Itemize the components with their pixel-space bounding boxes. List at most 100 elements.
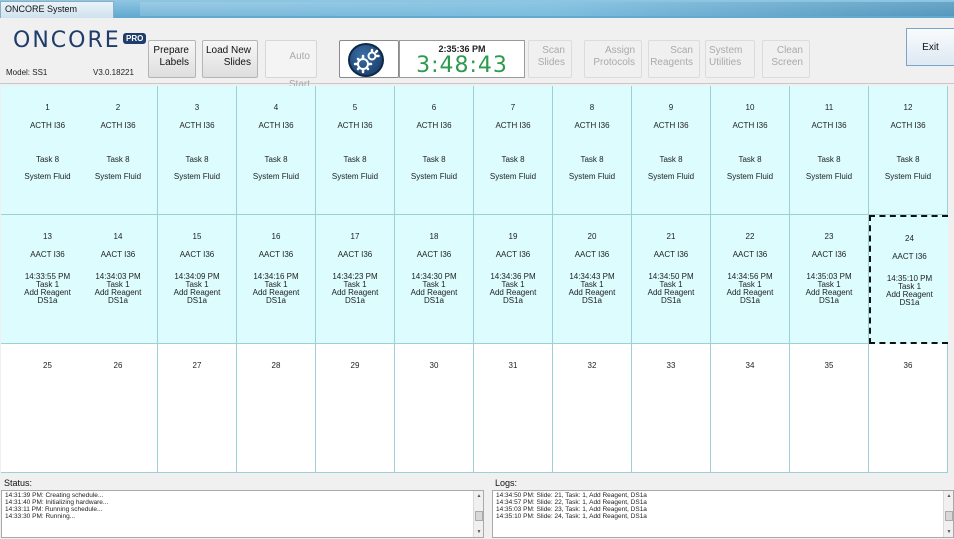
slot-detail: 14:34:09 PM Task 1 Add Reagent DS1a bbox=[158, 273, 236, 305]
slot-task: Task 8 bbox=[264, 155, 288, 164]
scroll-up-icon[interactable]: ▲ bbox=[475, 493, 483, 500]
scroll-thumb[interactable] bbox=[945, 511, 953, 521]
slide-slot-empty[interactable]: 35 bbox=[790, 344, 869, 473]
log-line: 14:34:57 PM: Slide: 22, Task: 1, Add Rea… bbox=[496, 499, 647, 506]
slide-slot[interactable]: 6 ACTH I36 Task 8 System Fluid bbox=[395, 86, 474, 215]
slot-reagent: DS1a bbox=[581, 296, 602, 305]
slot-number: 23 bbox=[824, 232, 834, 241]
slot-number: 11 bbox=[824, 103, 834, 112]
slot-label: ACTH I36 bbox=[100, 121, 136, 130]
slot-reagent: DS1a bbox=[107, 296, 128, 305]
exit-button[interactable]: Exit bbox=[906, 28, 954, 66]
slot-label: AACT I36 bbox=[337, 250, 373, 259]
slot-reagent: DS1a bbox=[186, 296, 207, 305]
slot-label: ACTH I36 bbox=[337, 121, 373, 130]
slide-slot-current[interactable]: 24 AACT I36 14:35:10 PM Task 1 Add Reagent DS… bbox=[869, 215, 948, 344]
slot-task: Task 8 bbox=[817, 155, 841, 164]
slot-number: 10 bbox=[745, 103, 755, 112]
slot-task: Task 8 bbox=[343, 155, 367, 164]
slide-slot-empty[interactable]: 32 bbox=[553, 344, 632, 473]
slot-label: AACT I36 bbox=[574, 250, 610, 259]
slot-reagent: DS1a bbox=[344, 296, 365, 305]
run-status-indicator bbox=[339, 40, 399, 78]
slot-number: 35 bbox=[824, 361, 834, 370]
slot-fluid: System Fluid bbox=[331, 172, 379, 181]
slide-slot[interactable]: 12 ACTH I36 Task 8 System Fluid bbox=[869, 86, 948, 215]
scroll-down-icon[interactable]: ▼ bbox=[475, 529, 483, 536]
slide-slot[interactable]: 2 ACTH I36 Task 8 System Fluid bbox=[79, 86, 158, 215]
slot-fluid: System Fluid bbox=[726, 172, 774, 181]
load-new-slides-button[interactable]: Load New Slides bbox=[202, 40, 258, 78]
oncore-logo: ONCORE PRO bbox=[13, 28, 147, 58]
slot-number: 9 bbox=[668, 103, 674, 112]
slot-number: 8 bbox=[589, 103, 595, 112]
slot-number: 19 bbox=[508, 232, 518, 241]
slot-number: 30 bbox=[429, 361, 439, 370]
slot-label: ACTH I36 bbox=[574, 121, 610, 130]
system-utilities-button[interactable]: System Utilities bbox=[705, 40, 755, 78]
slide-slot[interactable]: 22 AACT I36 14:34:56 PM Task 1 Add Reagent DS… bbox=[711, 215, 790, 344]
slot-detail: 14:35:10 PM Task 1 Add Reagent DS1a bbox=[871, 275, 948, 307]
slide-slot-empty[interactable]: 36 bbox=[869, 344, 948, 473]
slide-slot[interactable]: 23 AACT I36 14:35:03 PM Task 1 Add Reagent DS… bbox=[790, 215, 869, 344]
slot-task: Task 8 bbox=[422, 155, 446, 164]
slot-label: ACTH I36 bbox=[416, 121, 452, 130]
scroll-thumb[interactable] bbox=[475, 511, 483, 521]
clean-screen-button[interactable]: Clean Screen bbox=[762, 40, 810, 78]
slot-number: 33 bbox=[666, 361, 676, 370]
slide-slot[interactable]: 8 ACTH I36 Task 8 System Fluid bbox=[553, 86, 632, 215]
assign-protocols-button[interactable]: Assign Protocols bbox=[584, 40, 642, 78]
toolbar: ONCORE PRO Model: SS1 V3.0.18221 Prepare… bbox=[0, 18, 954, 90]
slot-label: AACT I36 bbox=[892, 252, 927, 261]
slot-number: 6 bbox=[431, 103, 437, 112]
slot-task: Task 8 bbox=[896, 155, 920, 164]
slide-slot-empty[interactable]: 30 bbox=[395, 344, 474, 473]
slide-slot[interactable]: 9 ACTH I36 Task 8 System Fluid bbox=[632, 86, 711, 215]
slide-slot[interactable]: 15 AACT I36 14:34:09 PM Task 1 Add Reagent DS… bbox=[158, 215, 237, 344]
scroll-up-icon[interactable]: ▲ bbox=[945, 493, 953, 500]
slide-slot[interactable]: 19 AACT I36 14:34:36 PM Task 1 Add Reagent DS… bbox=[474, 215, 553, 344]
scan-slides-button[interactable]: Scan Slides bbox=[528, 40, 572, 78]
slot-fluid: System Fluid bbox=[173, 172, 221, 181]
slide-slot[interactable]: 4 ACTH I36 Task 8 System Fluid bbox=[237, 86, 316, 215]
slide-slot[interactable]: 18 AACT I36 14:34:30 PM Task 1 Add Reagent DS… bbox=[395, 215, 474, 344]
status-scrollbar[interactable]: ▲ ▼ bbox=[473, 491, 483, 537]
slide-slot-empty[interactable]: 33 bbox=[632, 344, 711, 473]
slide-slot-empty[interactable]: 31 bbox=[474, 344, 553, 473]
slide-slot[interactable]: 17 AACT I36 14:34:23 PM Task 1 Add Reagent DS… bbox=[316, 215, 395, 344]
clock-panel: 2:35:36 PM 3:48:43 bbox=[399, 40, 525, 78]
slide-slot[interactable]: 11 ACTH I36 Task 8 System Fluid bbox=[790, 86, 869, 215]
slide-slot[interactable]: 3 ACTH I36 Task 8 System Fluid bbox=[158, 86, 237, 215]
prepare-labels-button[interactable]: Prepare Labels bbox=[148, 40, 196, 78]
scan-reagents-button[interactable]: Scan Reagents bbox=[648, 40, 700, 78]
slide-slot[interactable]: 10 ACTH I36 Task 8 System Fluid bbox=[711, 86, 790, 215]
slot-task: Task 8 bbox=[185, 155, 209, 164]
status-panel: 14:31:39 PM: Creating schedule... 14:31:… bbox=[1, 490, 484, 538]
slot-reagent: DS1a bbox=[265, 296, 286, 305]
slot-number: 26 bbox=[113, 361, 123, 370]
slide-slot-empty[interactable]: 26 bbox=[79, 344, 158, 473]
slide-slot-empty[interactable]: 34 bbox=[711, 344, 790, 473]
slide-slot[interactable]: 7 ACTH I36 Task 8 System Fluid bbox=[474, 86, 553, 215]
slot-label: AACT I36 bbox=[100, 250, 136, 259]
title-bar: ONCORE System Software bbox=[0, 0, 954, 18]
slide-slot[interactable]: 21 AACT I36 14:34:50 PM Task 1 Add Reagent DS… bbox=[632, 215, 711, 344]
model-label: Model: SS1 bbox=[6, 68, 48, 77]
slide-slot[interactable]: 16 AACT I36 14:34:16 PM Task 1 Add Reagent DS… bbox=[237, 215, 316, 344]
slide-slot[interactable]: 14 AACT I36 14:34:03 PM Task 1 Add Reagent DS… bbox=[79, 215, 158, 344]
log-line: 14:35:10 PM: Slide: 24, Task: 1, Add Rea… bbox=[496, 513, 647, 520]
auto-start-button[interactable]: Auto Start bbox=[265, 40, 317, 90]
logs-scrollbar[interactable]: ▲ ▼ bbox=[943, 491, 953, 537]
slide-slot[interactable]: 20 AACT I36 14:34:43 PM Task 1 Add Reagent DS… bbox=[553, 215, 632, 344]
slot-number: 36 bbox=[903, 361, 913, 370]
slot-number: 2 bbox=[115, 103, 121, 112]
logo-text: ONCORE bbox=[13, 28, 121, 53]
slide-slot-empty[interactable]: 28 bbox=[237, 344, 316, 473]
slot-detail: 14:34:43 PM Task 1 Add Reagent DS1a bbox=[553, 273, 631, 305]
slide-slot-empty[interactable]: 27 bbox=[158, 344, 237, 473]
scroll-down-icon[interactable]: ▼ bbox=[945, 529, 953, 536]
slide-slot[interactable]: 5 ACTH I36 Task 8 System Fluid bbox=[316, 86, 395, 215]
slide-slot-empty[interactable]: 29 bbox=[316, 344, 395, 473]
slot-number: 14 bbox=[113, 232, 123, 241]
slot-number: 22 bbox=[745, 232, 755, 241]
